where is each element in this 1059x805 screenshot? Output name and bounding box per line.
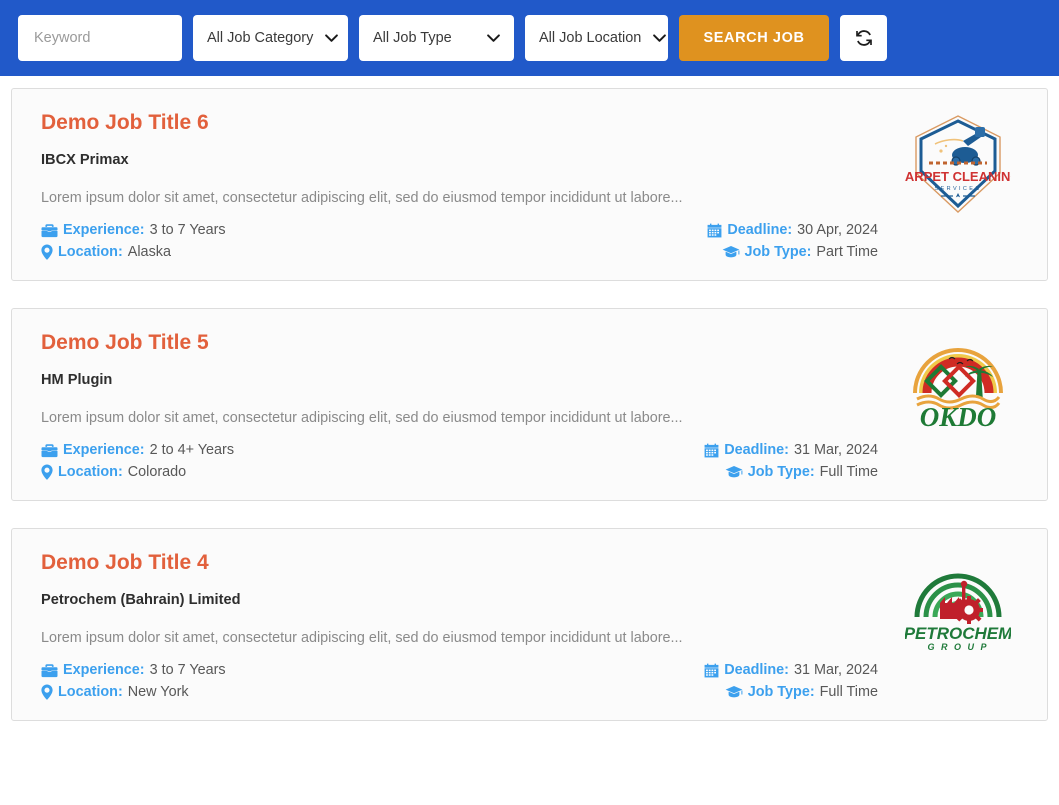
search-input[interactable]	[32, 29, 168, 47]
map-pin-icon	[41, 464, 53, 480]
deadline-label: Deadline:	[724, 662, 789, 679]
job-card-main: Demo Job Title 4 Petrochem (Bahrain) Lim…	[41, 551, 878, 700]
job-title-link[interactable]: Demo Job Title 6	[41, 111, 209, 134]
job-location-selected-label: All Job Location	[539, 30, 642, 46]
experience-value: 3 to 7 Years	[149, 222, 226, 239]
location-value: Colorado	[127, 464, 187, 481]
job-location-select[interactable]: All Job Location	[525, 15, 668, 61]
job-card[interactable]: Demo Job Title 4 Petrochem (Bahrain) Lim…	[11, 528, 1048, 722]
deadline-meta: Deadline: 31 Mar, 2024	[704, 662, 878, 678]
briefcase-icon	[41, 663, 58, 677]
deadline-label: Deadline:	[724, 442, 789, 459]
location-meta: Location: New York	[41, 684, 189, 700]
graduation-cap-icon	[722, 246, 739, 258]
job-description: Lorem ipsum dolor sit amet, consectetur …	[41, 190, 683, 207]
calendar-icon	[704, 443, 719, 458]
company-logo: OKDO	[898, 331, 1018, 480]
svg-text:G R O U P: G R O U P	[927, 642, 988, 652]
experience-label: Experience:	[63, 662, 145, 679]
reset-search-button[interactable]	[840, 15, 887, 61]
job-type-meta: Job Type: Part Time	[722, 244, 878, 260]
briefcase-icon	[41, 443, 58, 457]
job-type-value: Full Time	[819, 464, 878, 481]
job-title-link[interactable]: Demo Job Title 4	[41, 551, 209, 574]
experience-meta: Experience: 3 to 7 Years	[41, 662, 226, 678]
job-category-selected-label: All Job Category	[207, 30, 314, 46]
experience-label: Experience:	[63, 222, 145, 239]
chevron-down-icon	[653, 33, 667, 42]
job-type-label: Job Type:	[744, 244, 812, 261]
experience-meta: Experience: 3 to 7 Years	[41, 222, 226, 238]
job-category-select[interactable]: All Job Category	[193, 15, 348, 61]
job-card[interactable]: Demo Job Title 6 IBCX Primax Lorem ipsum…	[11, 88, 1048, 282]
experience-meta: Experience: 2 to 4+ Years	[41, 442, 234, 458]
company-logo: PETROCHEM G R O U P	[898, 551, 1018, 700]
svg-text:OKDO: OKDO	[920, 402, 997, 431]
deadline-meta: Deadline: 31 Mar, 2024	[704, 442, 878, 458]
calendar-icon	[707, 223, 722, 238]
svg-text:CARPET CLEANING: CARPET CLEANING	[905, 169, 1011, 184]
experience-label: Experience:	[63, 442, 145, 459]
map-pin-icon	[41, 244, 53, 260]
location-meta: Location: Alaska	[41, 244, 171, 260]
chevron-down-icon	[325, 33, 339, 42]
refresh-icon	[855, 30, 872, 46]
deadline-value: 30 Apr, 2024	[797, 222, 878, 239]
job-type-value: Part Time	[816, 244, 878, 261]
briefcase-icon	[41, 223, 58, 237]
calendar-icon	[704, 663, 719, 678]
svg-text:PETROCHEM: PETROCHEM	[905, 624, 1011, 643]
job-meta-row-bottom: Location: Alaska Job Type: Part Time	[41, 244, 878, 260]
petrochem-group-logo: PETROCHEM G R O U P	[905, 573, 1011, 652]
job-type-select[interactable]: All Job Type	[359, 15, 514, 61]
experience-value: 3 to 7 Years	[149, 662, 226, 679]
job-type-label: Job Type:	[747, 464, 815, 481]
location-value: Alaska	[127, 244, 171, 261]
location-label: Location:	[58, 464, 123, 481]
company-logo: CARPET CLEANING SERVICES	[898, 111, 1018, 260]
job-meta-row-top: Experience: 3 to 7 Years	[41, 662, 878, 678]
chevron-down-icon	[487, 33, 500, 42]
company-name: IBCX Primax	[41, 152, 129, 169]
job-meta-row-bottom: Location: Colorado Job Type: Full Time	[41, 464, 878, 480]
job-card-main: Demo Job Title 5 HM Plugin Lorem ipsum d…	[41, 331, 878, 480]
job-list: Demo Job Title 6 IBCX Primax Lorem ipsum…	[0, 76, 1059, 722]
job-type-meta: Job Type: Full Time	[725, 464, 878, 480]
location-label: Location:	[58, 684, 123, 701]
job-description: Lorem ipsum dolor sit amet, consectetur …	[41, 630, 683, 647]
keyword-field-wrapper[interactable]	[18, 15, 182, 61]
job-search-bar: All Job Category All Job Type All Job Lo…	[0, 0, 1059, 76]
location-meta: Location: Colorado	[41, 464, 186, 480]
graduation-cap-icon	[725, 466, 743, 478]
deadline-value: 31 Mar, 2024	[793, 442, 878, 459]
job-card-main: Demo Job Title 6 IBCX Primax Lorem ipsum…	[41, 111, 878, 260]
company-name: HM Plugin	[41, 372, 113, 389]
job-type-meta: Job Type: Full Time	[725, 684, 878, 700]
deadline-meta: Deadline: 30 Apr, 2024	[707, 222, 878, 238]
okdo-logo: OKDO	[913, 348, 1003, 431]
job-type-label: Job Type:	[747, 684, 815, 701]
job-meta-row-top: Experience: 2 to 4+ Years Deadline: 31 M…	[41, 442, 878, 458]
experience-value: 2 to 4+ Years	[149, 442, 235, 459]
search-job-button[interactable]: SEARCH JOB	[679, 15, 829, 61]
location-value: New York	[127, 684, 189, 701]
job-meta-row-top: Experience: 3 to 7 Years	[41, 222, 878, 238]
deadline-label: Deadline:	[727, 222, 793, 239]
carpet-cleaning-services-logo: CARPET CLEANING SERVICES	[905, 115, 1011, 213]
svg-text:SERVICES: SERVICES	[935, 186, 982, 192]
job-meta-row-bottom: Location: New York Job Type: Full Time	[41, 684, 878, 700]
job-title-link[interactable]: Demo Job Title 5	[41, 331, 209, 354]
location-label: Location:	[58, 244, 123, 261]
deadline-value: 31 Mar, 2024	[793, 662, 878, 679]
job-card[interactable]: Demo Job Title 5 HM Plugin Lorem ipsum d…	[11, 308, 1048, 502]
graduation-cap-icon	[725, 686, 743, 698]
job-type-selected-label: All Job Type	[373, 30, 452, 46]
job-description: Lorem ipsum dolor sit amet, consectetur …	[41, 410, 683, 427]
job-type-value: Full Time	[819, 684, 878, 701]
map-pin-icon	[41, 684, 53, 700]
company-name: Petrochem (Bahrain) Limited	[41, 592, 241, 609]
